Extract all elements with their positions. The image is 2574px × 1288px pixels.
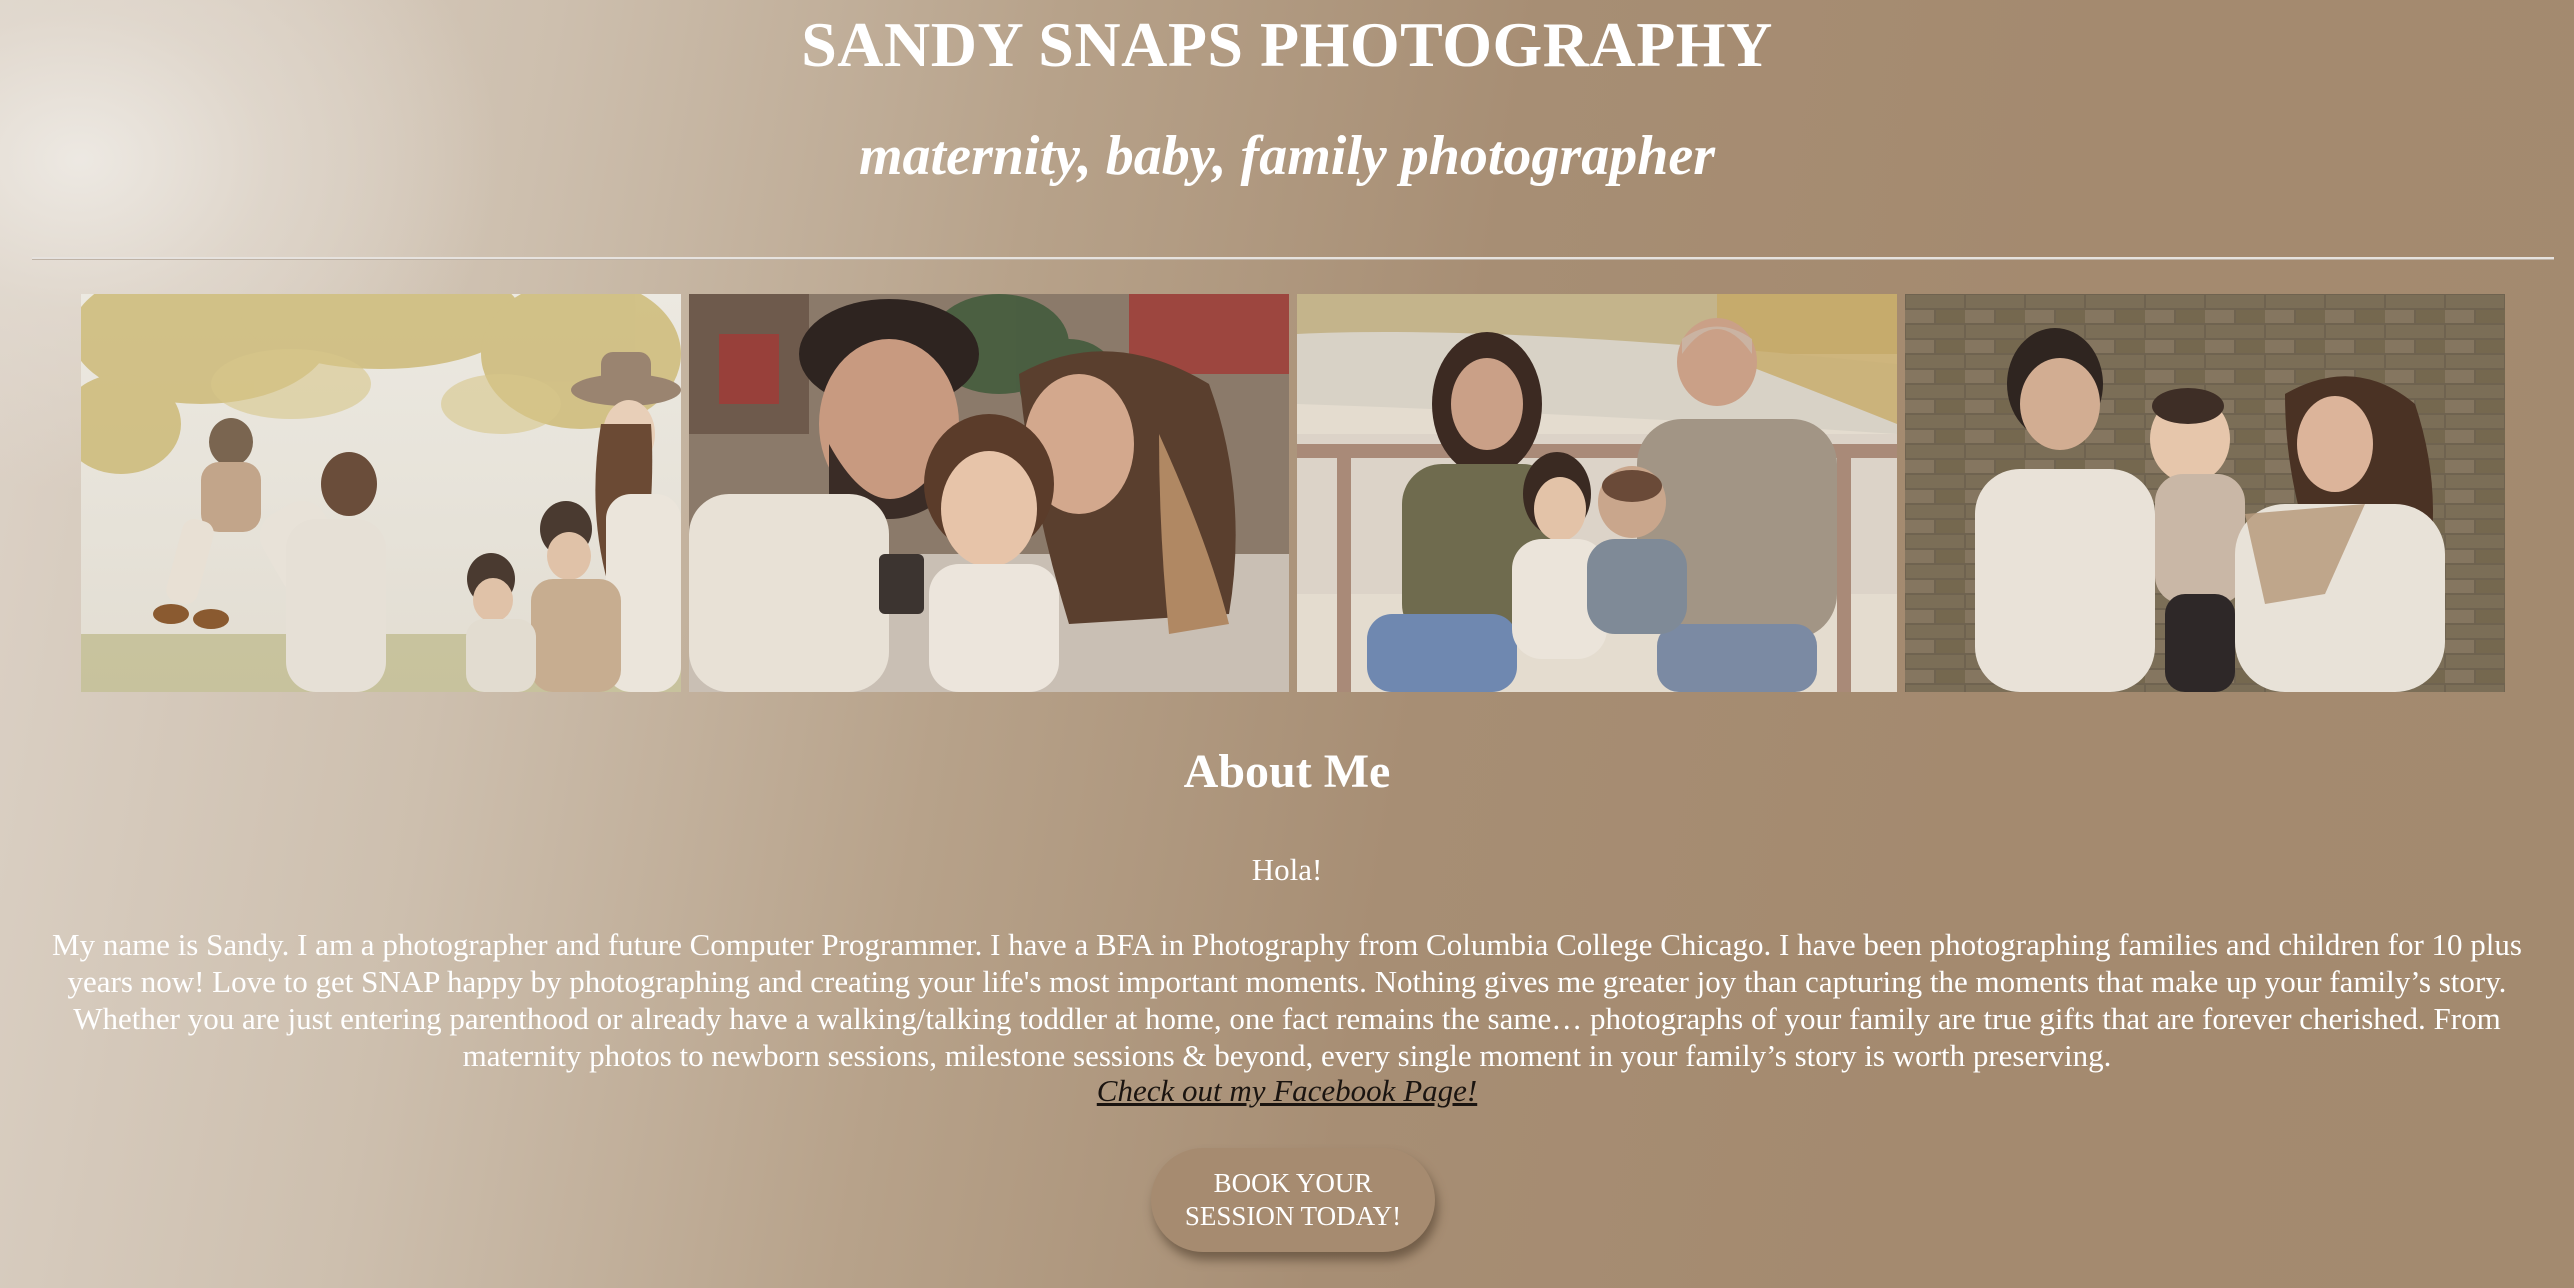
bio-paragraph: My name is Sandy. I am a photographer an…: [52, 927, 2522, 1073]
family-autumn-tree-photo: [81, 294, 681, 692]
greeting-text: Hola!: [1251, 852, 1323, 887]
about-me-heading: About Me: [1183, 745, 1391, 798]
parents-kissing-daughter-photo: [689, 294, 1289, 692]
parents-with-baby-brick-wall-photo: [1905, 294, 2505, 692]
tagline: maternity, baby, family photographer: [858, 125, 1716, 187]
site-title: SANDY SNAPS PHOTOGRAPHY: [801, 9, 1773, 80]
book-session-button[interactable]: BOOK YOUR SESSION TODAY!: [1151, 1148, 1435, 1252]
facebook-link-container: Check out my Facebook Page!: [0, 1073, 2574, 1109]
header-divider: [32, 257, 2554, 260]
facebook-link[interactable]: Check out my Facebook Page!: [1097, 1073, 1477, 1108]
photo-gallery: [81, 294, 2505, 692]
family-on-bench-lake-photo: [1297, 294, 1897, 692]
book-session-label: BOOK YOUR SESSION TODAY!: [1184, 1168, 1402, 1231]
